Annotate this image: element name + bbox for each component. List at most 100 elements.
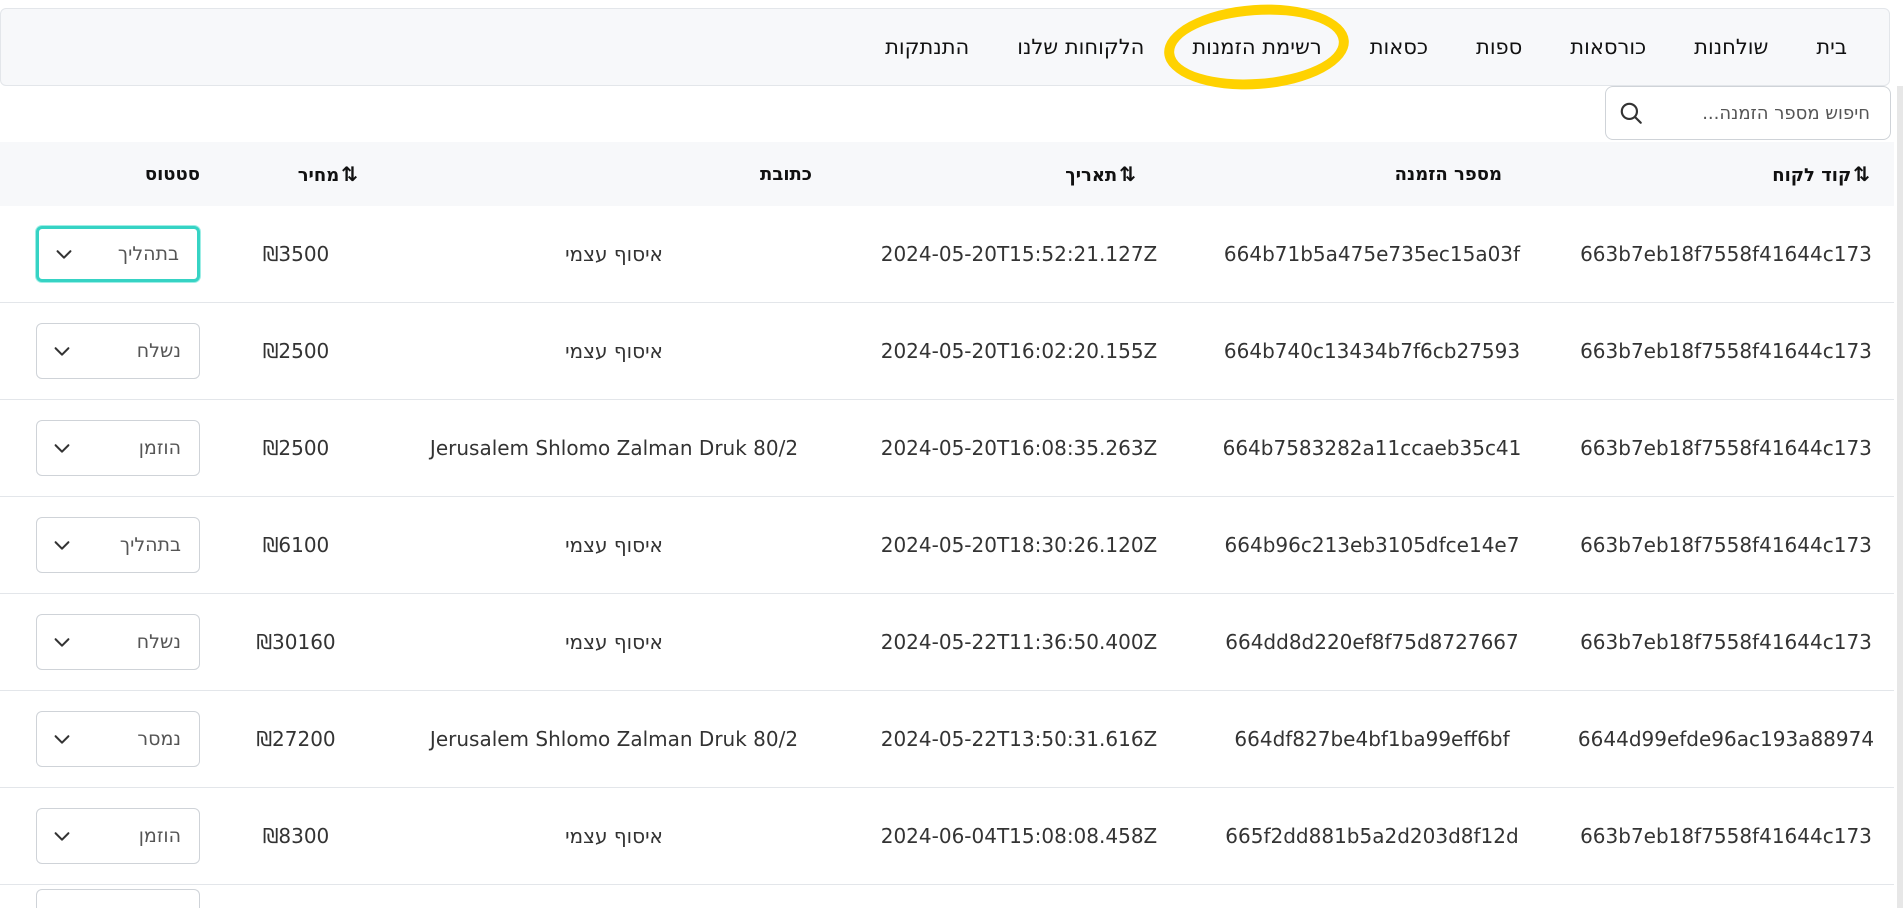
chevron-left-icon[interactable] [0,431,4,461]
cell-date: 2024-05-20T16:08:35.263Z [852,399,1186,497]
order-search-box [1605,86,1891,140]
cell-status: הוזמן [0,787,216,885]
nav-item-home[interactable]: בית [1792,35,1871,59]
cell-price: ₪30160 [216,593,376,691]
table-row: 663b7eb18f7558f41644c173 664b96c213eb310… [0,496,1894,594]
cell-status: בתהליך [0,206,216,303]
table-row-partial [0,885,1894,908]
status-dropdown-value: נשלח [136,631,181,653]
cell-price: ₪2500 [216,399,376,497]
table-row: 663b7eb18f7558f41644c173 664b740c13434b7… [0,302,1894,400]
cell-order-number: 664b96c213eb3105dfce14e7 [1186,496,1558,594]
cell-address: Jerusalem Shlomo Zalman Druk 80/2 [376,399,852,497]
table-row: 663b7eb18f7558f41644c173 664b7583282a11c… [0,399,1894,497]
orders-table-container: ⇅קוד לקוח מספר הזמנה ⇅תאריך כתובת ⇅מחיר … [0,142,1894,908]
nav-item-our-customers[interactable]: הלקוחות שלנו [993,35,1168,59]
chevron-left-icon[interactable] [0,625,4,655]
chevron-down-icon [54,832,70,841]
status-dropdown[interactable]: הוזמן [36,420,200,476]
table-header-row: ⇅קוד לקוח מספר הזמנה ⇅תאריך כתובת ⇅מחיר … [0,142,1894,206]
nav-item-orders-list[interactable]: רשימת הזמנות [1168,35,1345,59]
chevron-down-icon [54,444,70,453]
vertical-scrollbar[interactable] [1897,86,1903,908]
nav-menu: בית שולחנות כורסאות ספות כסאות רשימת הזמ… [861,9,1889,85]
status-dropdown[interactable]: נשלח [36,323,200,379]
status-dropdown-value: הוזמן [138,825,181,847]
status-dropdown[interactable]: בתהליך [36,226,200,282]
nav-item-armchairs[interactable]: כורסאות [1546,35,1670,59]
cell-address: איסוף עצמי [376,787,852,885]
chevron-down-icon [56,250,72,259]
header-date[interactable]: ⇅תאריך [852,142,1186,206]
status-dropdown[interactable]: בתהליך [36,517,200,573]
nav-item-chairs[interactable]: כסאות [1346,35,1452,59]
cell-order-number: 665f2dd881b5a2d203d8f12d [1186,787,1558,885]
chevron-down-icon [54,347,70,356]
status-dropdown[interactable]: נמסר [36,711,200,767]
cell-customer-code: 663b7eb18f7558f41644c173 [1558,206,1894,303]
table-row: 663b7eb18f7558f41644c173 664b71b5a475e73… [0,206,1894,303]
nav-item-sofas[interactable]: ספות [1452,35,1546,59]
cell-status: נשלח [0,302,216,400]
cell-date: 2024-05-20T16:02:20.155Z [852,302,1186,400]
header-price[interactable]: ⇅מחיר [216,142,376,206]
cell-price: ₪6100 [216,496,376,594]
cell-customer-code: 663b7eb18f7558f41644c173 [1558,496,1894,594]
top-navbar: בית שולחנות כורסאות ספות כסאות רשימת הזמ… [0,8,1890,86]
nav-item-tables[interactable]: שולחנות [1670,35,1792,59]
chevron-left-icon[interactable] [0,237,4,267]
order-search-input[interactable] [1644,101,1872,125]
cell-order-number: 664b71b5a475e735ec15a03f [1186,206,1558,303]
cell-price: ₪27200 [216,690,376,788]
cell-order-number: 664dd8d220ef8f75d8727667 [1186,593,1558,691]
orders-table: ⇅קוד לקוח מספר הזמנה ⇅תאריך כתובת ⇅מחיר … [0,142,1894,908]
cell-address: Jerusalem Shlomo Zalman Druk 80/2 [376,690,852,788]
cell-order-number: 664df827be4bf1ba99eff6bf [1186,690,1558,788]
cell-customer-code: 663b7eb18f7558f41644c173 [1558,787,1894,885]
cell-status: נשלח [0,593,216,691]
status-dropdown[interactable] [36,889,200,908]
cell-status: הוזמן [0,399,216,497]
status-dropdown-value: נמסר [137,728,181,750]
nav-item-logout[interactable]: התנתקות [861,35,993,59]
cell-price: ₪8300 [216,787,376,885]
cell-status [0,885,216,908]
status-dropdown-value: הוזמן [138,437,181,459]
search-icon[interactable] [1618,100,1644,126]
sort-icon[interactable]: ⇅ [341,162,358,186]
header-order-number: מספר הזמנה [1394,163,1502,185]
chevron-left-icon[interactable] [0,819,4,849]
table-row: 663b7eb18f7558f41644c173 665f2dd881b5a2d… [0,787,1894,885]
cell-date: 2024-05-20T18:30:26.120Z [852,496,1186,594]
header-customer-code[interactable]: ⇅קוד לקוח [1558,142,1894,206]
table-row: 6644d99efde96ac193a88974 664df827be4bf1b… [0,690,1894,788]
chevron-left-icon[interactable] [0,334,4,364]
cell-date: 2024-06-04T15:08:08.458Z [852,787,1186,885]
cell-price: ₪3500 [216,206,376,303]
cell-status: בתהליך [0,496,216,594]
status-dropdown-value: בתהליך [119,534,181,556]
cell-date: 2024-05-22T13:50:31.616Z [852,690,1186,788]
table-row: 663b7eb18f7558f41644c173 664dd8d220ef8f7… [0,593,1894,691]
status-dropdown-value: נשלח [136,340,181,362]
chevron-left-icon[interactable] [0,528,4,558]
sort-icon[interactable]: ⇅ [1853,162,1870,186]
chevron-left-icon[interactable] [0,722,4,752]
chevron-down-icon [54,541,70,550]
cell-customer-code: 663b7eb18f7558f41644c173 [1558,593,1894,691]
status-dropdown[interactable]: הוזמן [36,808,200,864]
cell-customer-code: 663b7eb18f7558f41644c173 [1558,302,1894,400]
cell-status: נמסר [0,690,216,788]
status-dropdown[interactable]: נשלח [36,614,200,670]
orders-table-body: 663b7eb18f7558f41644c173 664b71b5a475e73… [0,206,1894,908]
header-address: כתובת [760,163,812,185]
sort-icon[interactable]: ⇅ [1119,162,1136,186]
cell-date: 2024-05-22T11:36:50.400Z [852,593,1186,691]
header-status: סטטוס [144,163,200,185]
cell-customer-code: 6644d99efde96ac193a88974 [1558,690,1894,788]
status-dropdown-value: בתהליך [117,243,179,265]
cell-date: 2024-05-20T15:52:21.127Z [852,206,1186,303]
cell-address: איסוף עצמי [376,593,852,691]
cell-address: איסוף עצמי [376,206,852,303]
cell-order-number: 664b7583282a11ccaeb35c41 [1186,399,1558,497]
